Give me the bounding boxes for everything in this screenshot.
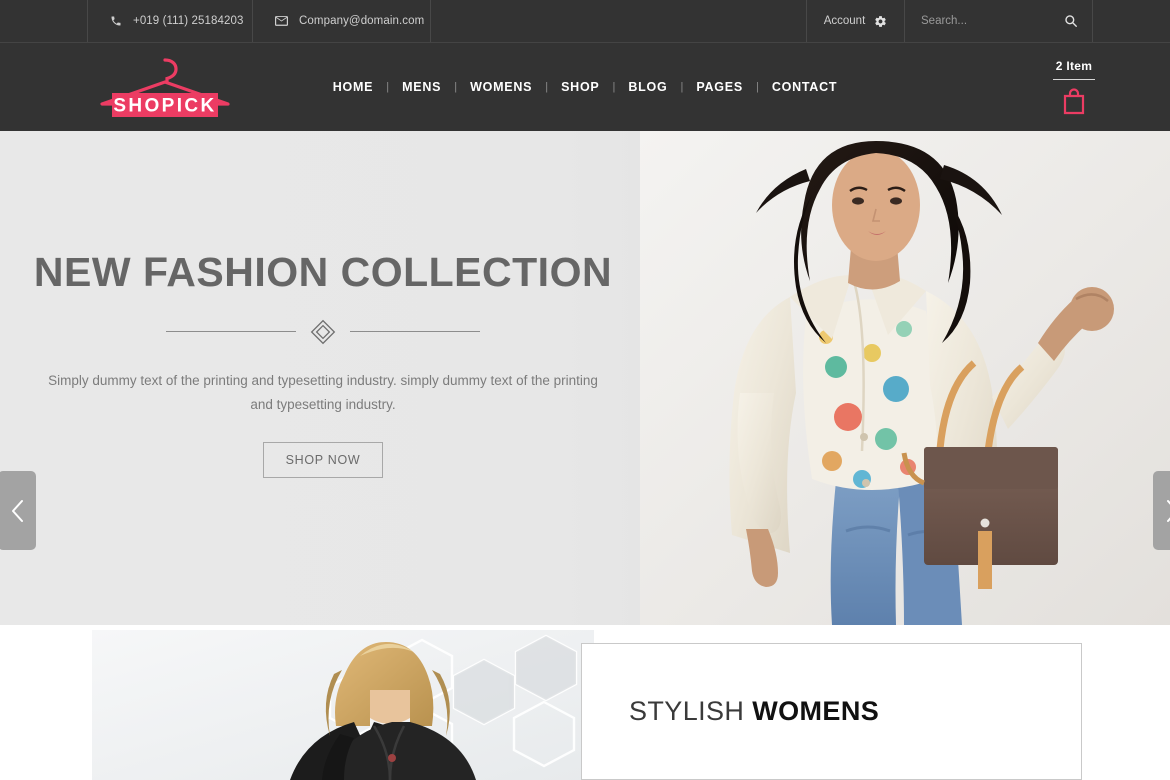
phone-icon bbox=[110, 15, 122, 27]
cart-item-count: 2 Item bbox=[1053, 59, 1095, 80]
phone-number: +019 (111) 25184203 bbox=[133, 15, 244, 27]
double-diamond-ornament-icon bbox=[310, 319, 336, 345]
site-logo[interactable]: SHOPICK bbox=[92, 52, 238, 122]
hero-slider: NEW FASHION COLLECTION Simply dummy text… bbox=[0, 131, 1170, 625]
promo-image bbox=[92, 630, 594, 780]
nav-item-womens[interactable]: WOMENS bbox=[457, 80, 545, 94]
shopping-bag-icon bbox=[1062, 88, 1086, 115]
nav-item-blog[interactable]: BLOG bbox=[615, 80, 680, 94]
hero-title: NEW FASHION COLLECTION bbox=[33, 248, 613, 295]
nav-item-home[interactable]: HOME bbox=[320, 80, 387, 94]
gear-icon[interactable] bbox=[874, 15, 887, 28]
nav-item-shop[interactable]: SHOP bbox=[548, 80, 612, 94]
contact-phone[interactable]: +019 (111) 25184203 bbox=[88, 0, 253, 42]
search-input[interactable] bbox=[921, 15, 1051, 27]
cart-button[interactable]: 2 Item bbox=[1053, 59, 1095, 115]
promo-section: STYLISH WOMENS bbox=[0, 625, 1170, 780]
divider-line-right bbox=[350, 331, 480, 332]
shop-now-button[interactable]: SHOP NOW bbox=[262, 441, 384, 478]
magnifier-icon[interactable] bbox=[1064, 14, 1078, 28]
email-address: Company@domain.com bbox=[299, 15, 425, 27]
contact-email[interactable]: Company@domain.com bbox=[253, 0, 431, 42]
top-utility-bar: +019 (111) 25184203 Company@domain.com A… bbox=[0, 0, 1170, 43]
logo-wordmark: SHOPICK bbox=[113, 96, 216, 117]
site-header: SHOPICK HOME | MENS | WOMENS | SHOP | BL… bbox=[0, 43, 1170, 131]
nav-item-mens[interactable]: MENS bbox=[389, 80, 454, 94]
account-menu[interactable]: Account bbox=[807, 0, 905, 42]
hero-divider bbox=[166, 319, 480, 345]
topbar-middle-spacer bbox=[431, 0, 807, 42]
slider-next-button[interactable] bbox=[1153, 471, 1170, 550]
search-box[interactable] bbox=[905, 0, 1093, 42]
promo-title: STYLISH WOMENS bbox=[629, 696, 879, 727]
chevron-right-icon bbox=[1164, 497, 1170, 525]
nav-item-pages[interactable]: PAGES bbox=[683, 80, 756, 94]
divider-line-left bbox=[166, 331, 296, 332]
promo-title-light: STYLISH bbox=[629, 696, 745, 726]
promo-title-bold: WOMENS bbox=[752, 696, 880, 726]
topbar-left-spacer bbox=[0, 0, 88, 42]
hero-description: Simply dummy text of the printing and ty… bbox=[48, 372, 598, 412]
topbar-right-spacer bbox=[1093, 0, 1170, 42]
clothes-hanger-icon: SHOPICK bbox=[100, 58, 230, 117]
envelope-icon bbox=[275, 16, 288, 26]
hero-content: NEW FASHION COLLECTION Simply dummy text… bbox=[0, 131, 646, 625]
chevron-left-icon bbox=[9, 497, 26, 525]
nav-item-contact[interactable]: CONTACT bbox=[759, 80, 850, 94]
promo-card: STYLISH WOMENS bbox=[581, 643, 1082, 780]
hero-image bbox=[640, 131, 1170, 625]
slider-prev-button[interactable] bbox=[0, 471, 36, 550]
account-label: Account bbox=[823, 15, 866, 27]
